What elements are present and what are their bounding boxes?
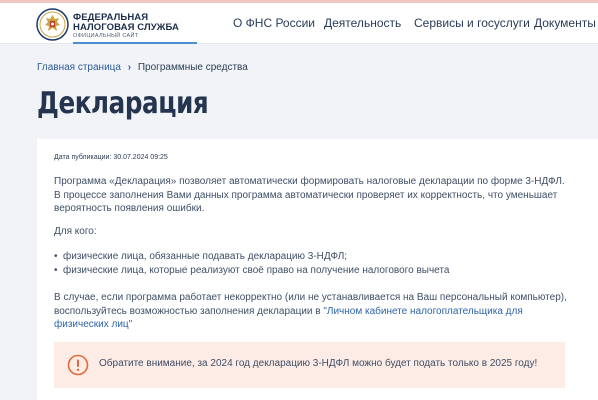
- breadcrumb-current[interactable]: Программные средства: [138, 62, 248, 73]
- nav-item-about[interactable]: О ФНС России: [233, 16, 315, 30]
- list-item: физические лица, которые реализуют своё …: [54, 264, 449, 278]
- breadcrumb: Главная страница › Программные средства: [37, 62, 248, 73]
- for-whom-heading: Для кого:: [54, 226, 97, 237]
- chevron-right-icon: ›: [127, 62, 132, 73]
- list-item: физические лица, обязанные подавать декл…: [54, 250, 449, 264]
- article-card: Дата публикации: 30.07.2024 09:25 Програ…: [37, 139, 598, 400]
- nav-item-documents[interactable]: Документы: [534, 16, 596, 30]
- page-title: Декларация: [37, 86, 209, 121]
- audience-list: физические лица, обязанные подавать декл…: [54, 250, 449, 277]
- publication-date: Дата публикации: 30.07.2024 09:25: [54, 154, 168, 161]
- info-circle-icon: [67, 354, 89, 376]
- problem-paragraph: В случае, если программа работает некорр…: [54, 291, 574, 332]
- notice-text: Обратите внимание, за 2024 год деклараци…: [99, 358, 538, 369]
- site-header: ФЕДЕРАЛЬНАЯ НАЛОГОВАЯ СЛУЖБА ОФИЦИАЛЬНЫЙ…: [0, 3, 598, 44]
- nav-item-activity[interactable]: Деятельность: [324, 16, 401, 30]
- breadcrumb-home[interactable]: Главная страница: [37, 62, 121, 73]
- main-nav: О ФНС России Деятельность Сервисы и госу…: [0, 3, 598, 43]
- nav-item-services[interactable]: Сервисы и госуслуги: [414, 16, 530, 30]
- intro-paragraph: Программа «Декларация» позволяет автомат…: [54, 176, 565, 214]
- notice-box: Обратите внимание, за 2024 год деклараци…: [54, 342, 565, 388]
